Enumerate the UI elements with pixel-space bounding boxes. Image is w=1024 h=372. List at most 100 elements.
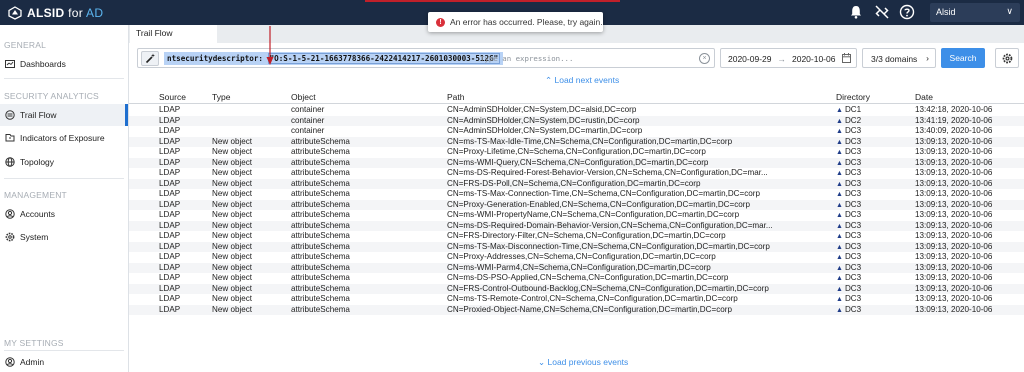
row-directory: ▲ DC3 [836, 294, 911, 303]
topology-icon [5, 157, 15, 167]
sidebar-item-dashboards[interactable]: Dashboards [0, 53, 128, 75]
row-object: attributeSchema [291, 168, 350, 177]
row-source: LDAP [159, 304, 181, 314]
row-type: New object [212, 283, 253, 293]
user-select[interactable]: Alsid ∨ [930, 3, 1020, 22]
row-object: attributeSchema [291, 241, 350, 251]
magic-wand-button[interactable] [141, 51, 159, 66]
link-off-icon[interactable] [874, 4, 890, 20]
table-row[interactable]: LDAP New object attributeSchema CN=ms-WMI-Q… [129, 157, 1024, 168]
row-type: New object [212, 189, 253, 198]
sidebar-item-admin[interactable]: Admin [0, 351, 128, 372]
section-my-settings: MY SETTINGS [4, 338, 64, 348]
row-object: attributeSchema [291, 273, 350, 282]
row-directory: ▲ DC3 [836, 137, 911, 146]
table-row[interactable]: LDAP New object attributeSchema CN=Proxy-Li… [129, 147, 1024, 158]
row-object: attributeSchema [291, 231, 350, 240]
date-range-picker[interactable]: 2020-09-29 → 2020-10-06 [720, 48, 857, 68]
row-object: attributeSchema [291, 283, 350, 293]
row-date: 13:09:13, 2020-10-06 [915, 199, 993, 209]
table-row[interactable]: LDAP New object attributeSchema CN=Proxy-Ad… [129, 252, 1024, 263]
table-row[interactable]: LDAP New object attributeSchema CN=FRS-Dire… [129, 231, 1024, 242]
directory-label: DC1 [844, 105, 862, 114]
directory-icon: ▲ [836, 170, 843, 177]
row-date: 13:09:13, 2020-10-06 [915, 168, 993, 177]
directory-icon: ▲ [836, 180, 843, 188]
column-header-object[interactable]: Object [291, 92, 441, 102]
table-row[interactable]: LDAP container CN=AdminSDHolder,CN=System,… [129, 105, 1024, 116]
section-general: GENERAL [4, 40, 47, 50]
clear-icon[interactable]: × [699, 53, 710, 64]
table-row[interactable]: LDAP New object attributeSchema CN=ms-DS-Re… [129, 220, 1024, 231]
directory-icon: ▲ [836, 201, 843, 209]
row-date: 13:09:13, 2020-10-06 [915, 273, 993, 282]
row-path: CN=ms-TS-Max-Disconnection-Time,CN=Schem… [447, 241, 770, 251]
row-directory: ▲ DC3 [836, 284, 911, 293]
sidebar-item-indicators-of-exposure[interactable]: Indicators of Exposure [0, 127, 128, 149]
sidebar-item-topology[interactable]: Topology [0, 151, 128, 173]
error-toast: ! An error has occurred. Please, try aga… [428, 12, 603, 32]
error-icon: ! [436, 17, 445, 27]
table-row[interactable]: LDAP New object attributeSchema CN=ms-TS-Ma… [129, 136, 1024, 147]
search-button[interactable]: Search [941, 48, 985, 68]
table-row[interactable]: LDAP New object attributeSchema CN=ms-TS-Re… [129, 294, 1024, 305]
sidebar-item-system[interactable]: System [0, 226, 128, 248]
table-row[interactable]: LDAP New object attributeSchema CN=ms-WMI-P… [129, 262, 1024, 273]
table-row[interactable]: LDAP New object attributeSchema CN=FRS-Cont… [129, 283, 1024, 294]
divider [4, 178, 124, 179]
tab-trail-flow[interactable]: Trail Flow [130, 25, 217, 43]
column-header-directory[interactable]: Directory [836, 92, 911, 102]
table-row[interactable]: LDAP New object attributeSchema CN=Proxied-… [129, 304, 1024, 315]
table-row[interactable]: LDAP New object attributeSchema CN=ms-TS-Ma… [129, 189, 1024, 200]
directory-icon: ▲ [836, 117, 843, 125]
brand[interactable]: ALSID for AD [8, 5, 103, 21]
gear-icon [1002, 53, 1012, 63]
table-row[interactable]: LDAP New object attributeSchema CN=ms-TS-Ma… [129, 241, 1024, 252]
column-header-path[interactable]: Path [447, 92, 832, 102]
table-settings-button[interactable] [995, 48, 1019, 68]
expression-filter[interactable]: ntsecuritydescriptor: "O:S-1-5-21-166377… [137, 48, 715, 68]
load-next-events-link[interactable]: ⌃ Load next events [545, 75, 619, 86]
directory-icon: ▲ [836, 222, 843, 230]
trail-flow-icon [5, 110, 15, 120]
row-date: 13:09:13, 2020-10-06 [915, 157, 993, 167]
row-type: New object [212, 147, 253, 156]
domains-select[interactable]: 3/3 domains › [862, 48, 936, 68]
table-row[interactable]: LDAP New object attributeSchema CN=ms-DS-Re… [129, 168, 1024, 179]
row-object: attributeSchema [291, 252, 350, 261]
row-source: LDAP [159, 136, 181, 146]
row-type: New object [212, 210, 253, 219]
section-management: MANAGEMENT [4, 190, 67, 200]
sidebar-item-trail-flow[interactable]: Trail Flow [0, 104, 128, 126]
column-header-type[interactable]: Type [212, 92, 287, 102]
row-directory: ▲ DC3 [836, 252, 911, 261]
table-row[interactable]: LDAP New object attributeSchema CN=Proxy-Ge… [129, 199, 1024, 210]
help-icon[interactable] [899, 4, 915, 20]
row-date: 13:09:13, 2020-10-06 [915, 304, 993, 314]
accounts-icon [5, 209, 15, 219]
row-directory: ▲ DC3 [836, 126, 911, 135]
row-directory: ▲ DC3 [836, 221, 911, 230]
directory-label: DC3 [844, 210, 862, 219]
table-header: Source Type Object Path Directory Date [129, 92, 1024, 104]
table-row[interactable]: LDAP New object attributeSchema CN=ms-WMI-P… [129, 210, 1024, 221]
row-path: CN=ms-DS-Required-Forest-Behavior-Versio… [447, 168, 768, 177]
table-row[interactable]: LDAP container CN=AdminSDHolder,CN=System,… [129, 126, 1024, 137]
row-path: CN=Proxy-Addresses,CN=Schema,CN=Configur… [447, 252, 716, 261]
directory-icon: ▲ [836, 128, 843, 135]
sidebar-item-accounts[interactable]: Accounts [0, 203, 128, 225]
table-row[interactable]: LDAP container CN=AdminSDHolder,CN=System,… [129, 115, 1024, 126]
column-header-source[interactable]: Source [159, 92, 209, 102]
column-header-date[interactable]: Date [915, 92, 1020, 102]
table-row[interactable]: LDAP New object attributeSchema CN=FRS-DS-P… [129, 178, 1024, 189]
row-source: LDAP [159, 157, 181, 167]
expression-input[interactable]: Type an expression... [480, 54, 573, 63]
directory-label: DC3 [844, 157, 862, 167]
row-object: attributeSchema [291, 304, 350, 314]
load-previous-events-link[interactable]: ⌄ Load previous events [538, 357, 628, 368]
directory-label: DC3 [844, 241, 862, 251]
row-source: LDAP [159, 220, 181, 230]
bell-icon[interactable] [848, 4, 864, 20]
expression-token[interactable]: ntsecuritydescriptor: "O:S-1-5-21-166377… [164, 52, 504, 65]
table-row[interactable]: LDAP New object attributeSchema CN=ms-DS-PS… [129, 273, 1024, 284]
